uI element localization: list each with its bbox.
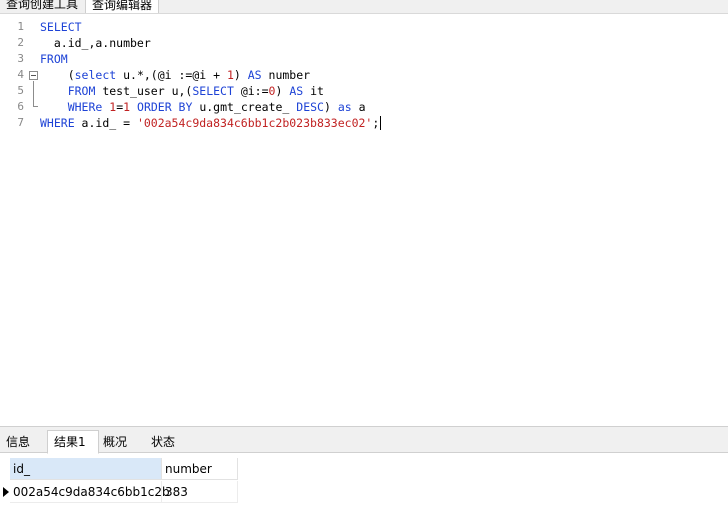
code-line: (select u.*,(@i :=@i + 1) AS number <box>40 67 310 83</box>
line-number: 6 <box>17 100 24 113</box>
fold-toggle-icon[interactable] <box>29 71 38 80</box>
table-cell[interactable]: 383 <box>162 481 238 503</box>
line-number: 3 <box>17 52 24 65</box>
string-literal: '002a54c9da834c6bb1c2b023b833ec02' <box>136 116 373 130</box>
code-line: a.id_,a.number <box>40 35 151 51</box>
code-line: FROM <box>40 51 68 67</box>
code-text: ) <box>233 68 248 82</box>
tab-info[interactable]: 信息 <box>0 431 44 453</box>
sql-keyword: AS <box>247 68 262 82</box>
sql-keyword: WHERE <box>40 116 75 130</box>
line-number: 4 <box>17 68 24 81</box>
sql-editor[interactable]: 1 2 3 4 5 6 7 SELECT a.id_,a.number FROM… <box>0 15 728 425</box>
table-cell[interactable]: 002a54c9da834c6bb1c2b <box>10 481 170 503</box>
sql-keyword: WHERe <box>67 100 103 114</box>
results-tab-bar: 信息 结果1 概况 状态 <box>0 427 728 454</box>
tab-status[interactable]: 状态 <box>145 431 191 453</box>
code-line: WHERE a.id_ = '002a54c9da834c6bb1c2b023b… <box>40 115 382 131</box>
tab-query-editor[interactable]: 查询编辑器 <box>85 0 159 13</box>
line-number: 1 <box>17 20 24 33</box>
results-panel: 信息 结果1 概况 状态 id_ number 002a54c9da834c6b… <box>0 426 728 530</box>
editor-tab-bar: 查询创建工具 查询编辑器 <box>0 0 728 14</box>
column-header-id[interactable]: id_ <box>10 458 162 480</box>
fold-guide-line <box>33 81 34 106</box>
line-number: 2 <box>17 36 24 49</box>
current-row-indicator-icon <box>3 487 9 497</box>
number-literal: 1 <box>226 68 234 82</box>
code-text: ) <box>323 100 338 114</box>
tab-result-1[interactable]: 结果1 <box>47 430 99 454</box>
line-number-gutter: 1 2 3 4 5 6 7 <box>0 15 38 425</box>
sql-keyword: SELECT <box>40 20 82 34</box>
code-text: a.id_ = <box>74 116 137 130</box>
sql-keyword: ORDER BY <box>137 100 193 114</box>
sql-keyword: SELECT <box>192 84 234 98</box>
sql-keyword: AS <box>289 84 304 98</box>
code-text: it <box>303 84 324 98</box>
column-header-number[interactable]: number <box>162 458 238 480</box>
code-line: SELECT <box>40 19 82 35</box>
sql-keyword: select <box>74 68 117 82</box>
code-text: number <box>261 68 311 82</box>
sql-keyword: FROM <box>40 52 68 66</box>
code-text: ( <box>40 68 75 82</box>
code-text: test_user u,( <box>95 84 193 98</box>
code-text: a.id_,a.number <box>40 36 151 50</box>
code-text: @i:= <box>233 84 269 98</box>
code-text: a <box>351 100 366 114</box>
code-line: WHERe 1=1 ORDER BY u.gmt_create_ DESC) a… <box>40 99 366 115</box>
line-number: 7 <box>17 116 24 129</box>
code-text: u.*,(@i :=@i + <box>116 68 227 82</box>
tab-profile[interactable]: 概况 <box>97 431 143 453</box>
tab-query-builder[interactable]: 查询创建工具 <box>0 0 84 13</box>
code-text: u.gmt_create_ <box>192 100 297 114</box>
fold-end-marker <box>33 106 38 107</box>
sql-keyword: FROM <box>67 84 96 98</box>
code-text: ) <box>275 84 290 98</box>
sql-keyword: DESC <box>296 100 324 114</box>
code-line: FROM test_user u,(SELECT @i:=0) AS it <box>40 83 324 99</box>
line-number: 5 <box>17 84 24 97</box>
sql-keyword: as <box>337 100 352 114</box>
code-text: ; <box>372 116 380 130</box>
text-caret <box>380 116 382 130</box>
